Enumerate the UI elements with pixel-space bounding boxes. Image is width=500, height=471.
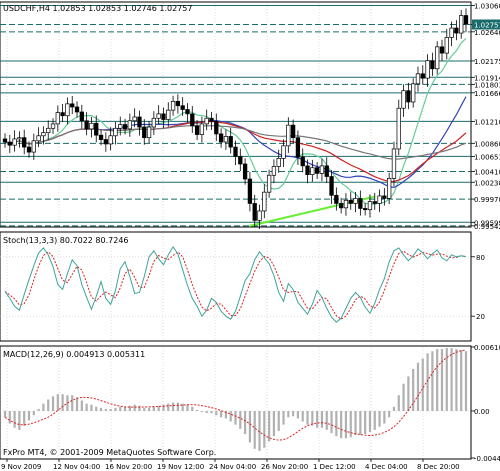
macd-label: 0.00 xyxy=(474,408,490,416)
trading-chart[interactable]: USDCHF,H4 1.02853 1.02853 1.02746 1.0275… xyxy=(0,0,500,471)
price-label: 0.99970 xyxy=(474,196,500,204)
price-label: 1.02175 xyxy=(474,58,500,66)
candle xyxy=(396,99,401,156)
price-label: 0.99542 xyxy=(474,223,500,231)
time-label: 4 Dec 04:00 xyxy=(365,463,408,471)
stoch-label: 20 xyxy=(476,313,485,321)
macd-label: 0.00610 xyxy=(474,344,500,352)
macd-label: -0.00448 xyxy=(474,455,500,463)
price-label: 1.03060 xyxy=(474,3,500,11)
time-label: 9 Nov 2009 xyxy=(1,463,41,471)
time-label: 12 Nov 04:00 xyxy=(53,463,100,471)
time-label: 26 Nov 20:00 xyxy=(261,463,308,471)
price-label: 1.02640 xyxy=(474,29,500,37)
symbol-header: USDCHF,H4 1.02853 1.02853 1.02746 1.0275… xyxy=(3,4,192,13)
price-label: 1.00410 xyxy=(474,169,500,177)
stoch-header: Stoch(13,3,3) 80.7022 80.7246 xyxy=(3,236,129,245)
price-label: 1.00238 xyxy=(474,179,500,187)
price-label: 1.00651 xyxy=(474,153,500,161)
price-label: 1.01801 xyxy=(474,81,500,89)
price-label: 1.00860 xyxy=(474,140,500,148)
footer-copyright: FxPro MT4, © 2001-2009 MetaQuotes Softwa… xyxy=(3,448,216,457)
time-label: 24 Nov 04:00 xyxy=(209,463,256,471)
time-label: 19 Nov 12:00 xyxy=(157,463,204,471)
macd-header: MACD(12,26,9) 0.004913 0.005311 xyxy=(3,350,145,359)
price-label: 1.01210 xyxy=(474,118,500,126)
time-label: 16 Nov 20:00 xyxy=(105,463,152,471)
price-label: 1.01666 xyxy=(474,90,500,98)
time-label: 1 Dec 12:00 xyxy=(313,463,356,471)
stoch-label: 80 xyxy=(476,254,485,262)
time-label: 8 Dec 20:00 xyxy=(417,463,460,471)
